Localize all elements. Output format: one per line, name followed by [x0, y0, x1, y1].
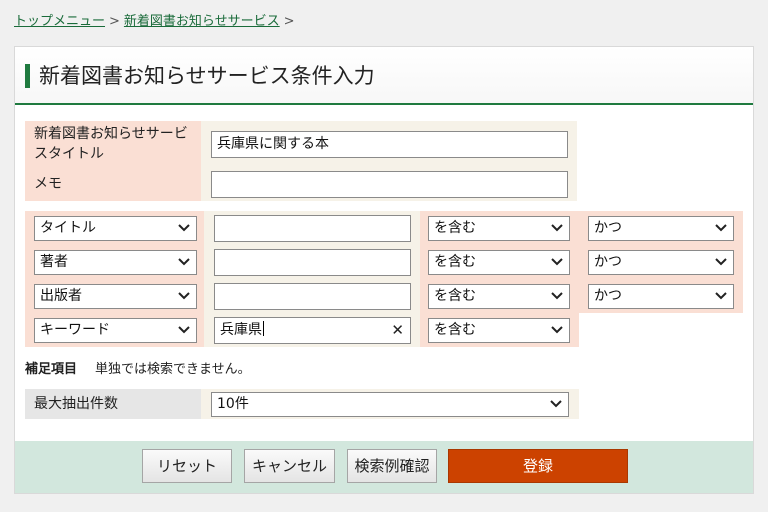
text-caret: [263, 321, 264, 336]
chevron-down-icon: [715, 224, 727, 232]
criteria-match-select-value: を含む: [434, 288, 476, 304]
max-results-select[interactable]: 10件: [211, 392, 569, 417]
criteria-match-select[interactable]: を含む: [428, 318, 570, 343]
service-title-label-line2: スタイトル: [34, 146, 104, 162]
criteria-conjunction-select[interactable]: かつ: [588, 216, 734, 241]
criteria-value-input[interactable]: [214, 283, 411, 310]
chevron-down-icon: [178, 292, 190, 300]
max-results-select-value: 10件: [217, 396, 249, 412]
criteria-field-select-value: 出版者: [40, 288, 82, 304]
chevron-down-icon: [551, 292, 563, 300]
breadcrumb-current-link[interactable]: 新着図書お知らせサービス: [124, 14, 280, 29]
max-results-label-cell: 最大抽出件数: [25, 389, 201, 419]
breadcrumb-separator: >: [109, 14, 120, 29]
criteria-conjunction-select[interactable]: かつ: [588, 284, 734, 309]
criteria-match-select-value: を含む: [434, 322, 476, 338]
service-title-input[interactable]: 兵庫県に関する本: [211, 131, 568, 158]
reset-button[interactable]: リセット: [142, 449, 232, 483]
criteria-conjunction-select-value: かつ: [594, 220, 622, 236]
service-title-label-line1: 新着図書お知らせサービ: [34, 126, 188, 142]
chevron-down-icon: [551, 326, 563, 334]
cancel-button[interactable]: キャンセル: [244, 449, 335, 483]
criteria-match-select[interactable]: を含む: [428, 216, 570, 241]
supplement-label: 補足項目: [25, 362, 78, 377]
memo-label-cell: メモ: [25, 167, 201, 201]
criteria-field-select[interactable]: キーワード: [34, 318, 197, 343]
criteria-conjunction-select[interactable]: かつ: [588, 250, 734, 275]
keyword-value-text: 兵庫県: [220, 322, 262, 338]
chevron-down-icon: [178, 326, 190, 334]
service-title-label-cell: 新着図書お知らせサービ スタイトル: [25, 121, 201, 167]
criteria-field-select-value: キーワード: [40, 322, 110, 338]
criteria-field-select[interactable]: 出版者: [34, 284, 197, 309]
breadcrumb-top-menu-link[interactable]: トップメニュー: [14, 14, 105, 29]
criteria-match-select-value: を含む: [434, 254, 476, 270]
criteria-field-select-value: 著者: [40, 254, 68, 270]
criteria-value-input[interactable]: [214, 215, 411, 242]
chevron-down-icon: [715, 258, 727, 266]
button-bar: リセット キャンセル 検索例確認 登録: [15, 441, 753, 493]
register-button[interactable]: 登録: [448, 449, 628, 483]
criteria-value-input[interactable]: [214, 249, 411, 276]
criteria-match-select[interactable]: を含む: [428, 284, 570, 309]
chevron-down-icon: [715, 292, 727, 300]
criteria-conjunction-select-value: かつ: [594, 254, 622, 270]
supplement-text: 単独では検索できません。: [95, 362, 251, 377]
search-preview-button[interactable]: 検索例確認: [347, 449, 437, 483]
title-bar: 新着図書お知らせサービス条件入力: [15, 47, 753, 105]
page-title: 新着図書お知らせサービス条件入力: [39, 64, 375, 88]
condition-form-panel: 新着図書お知らせサービス条件入力 新着図書お知らせサービ スタイトル 兵庫県に関…: [14, 46, 754, 494]
memo-input[interactable]: [211, 171, 568, 198]
chevron-down-icon: [551, 224, 563, 232]
max-results-label: 最大抽出件数: [34, 396, 118, 412]
criteria-empty-cell: [579, 313, 743, 347]
criteria-field-select[interactable]: 著者: [34, 250, 197, 275]
chevron-down-icon: [178, 224, 190, 232]
chevron-down-icon: [178, 258, 190, 266]
criteria-match-select-value: を含む: [434, 220, 476, 236]
criteria-field-select[interactable]: タイトル: [34, 216, 197, 241]
keyword-value-input[interactable]: 兵庫県 ✕: [214, 317, 411, 344]
chevron-down-icon: [551, 258, 563, 266]
breadcrumb: トップメニュー > 新着図書お知らせサービス >: [14, 10, 299, 29]
clear-icon[interactable]: ✕: [391, 318, 404, 343]
chevron-down-icon: [550, 400, 562, 408]
criteria-match-select[interactable]: を含む: [428, 250, 570, 275]
memo-label: メモ: [34, 176, 62, 192]
title-accent-bar: [25, 64, 30, 88]
criteria-field-select-value: タイトル: [40, 220, 96, 236]
breadcrumb-separator: >: [283, 14, 295, 29]
criteria-conjunction-select-value: かつ: [594, 288, 622, 304]
